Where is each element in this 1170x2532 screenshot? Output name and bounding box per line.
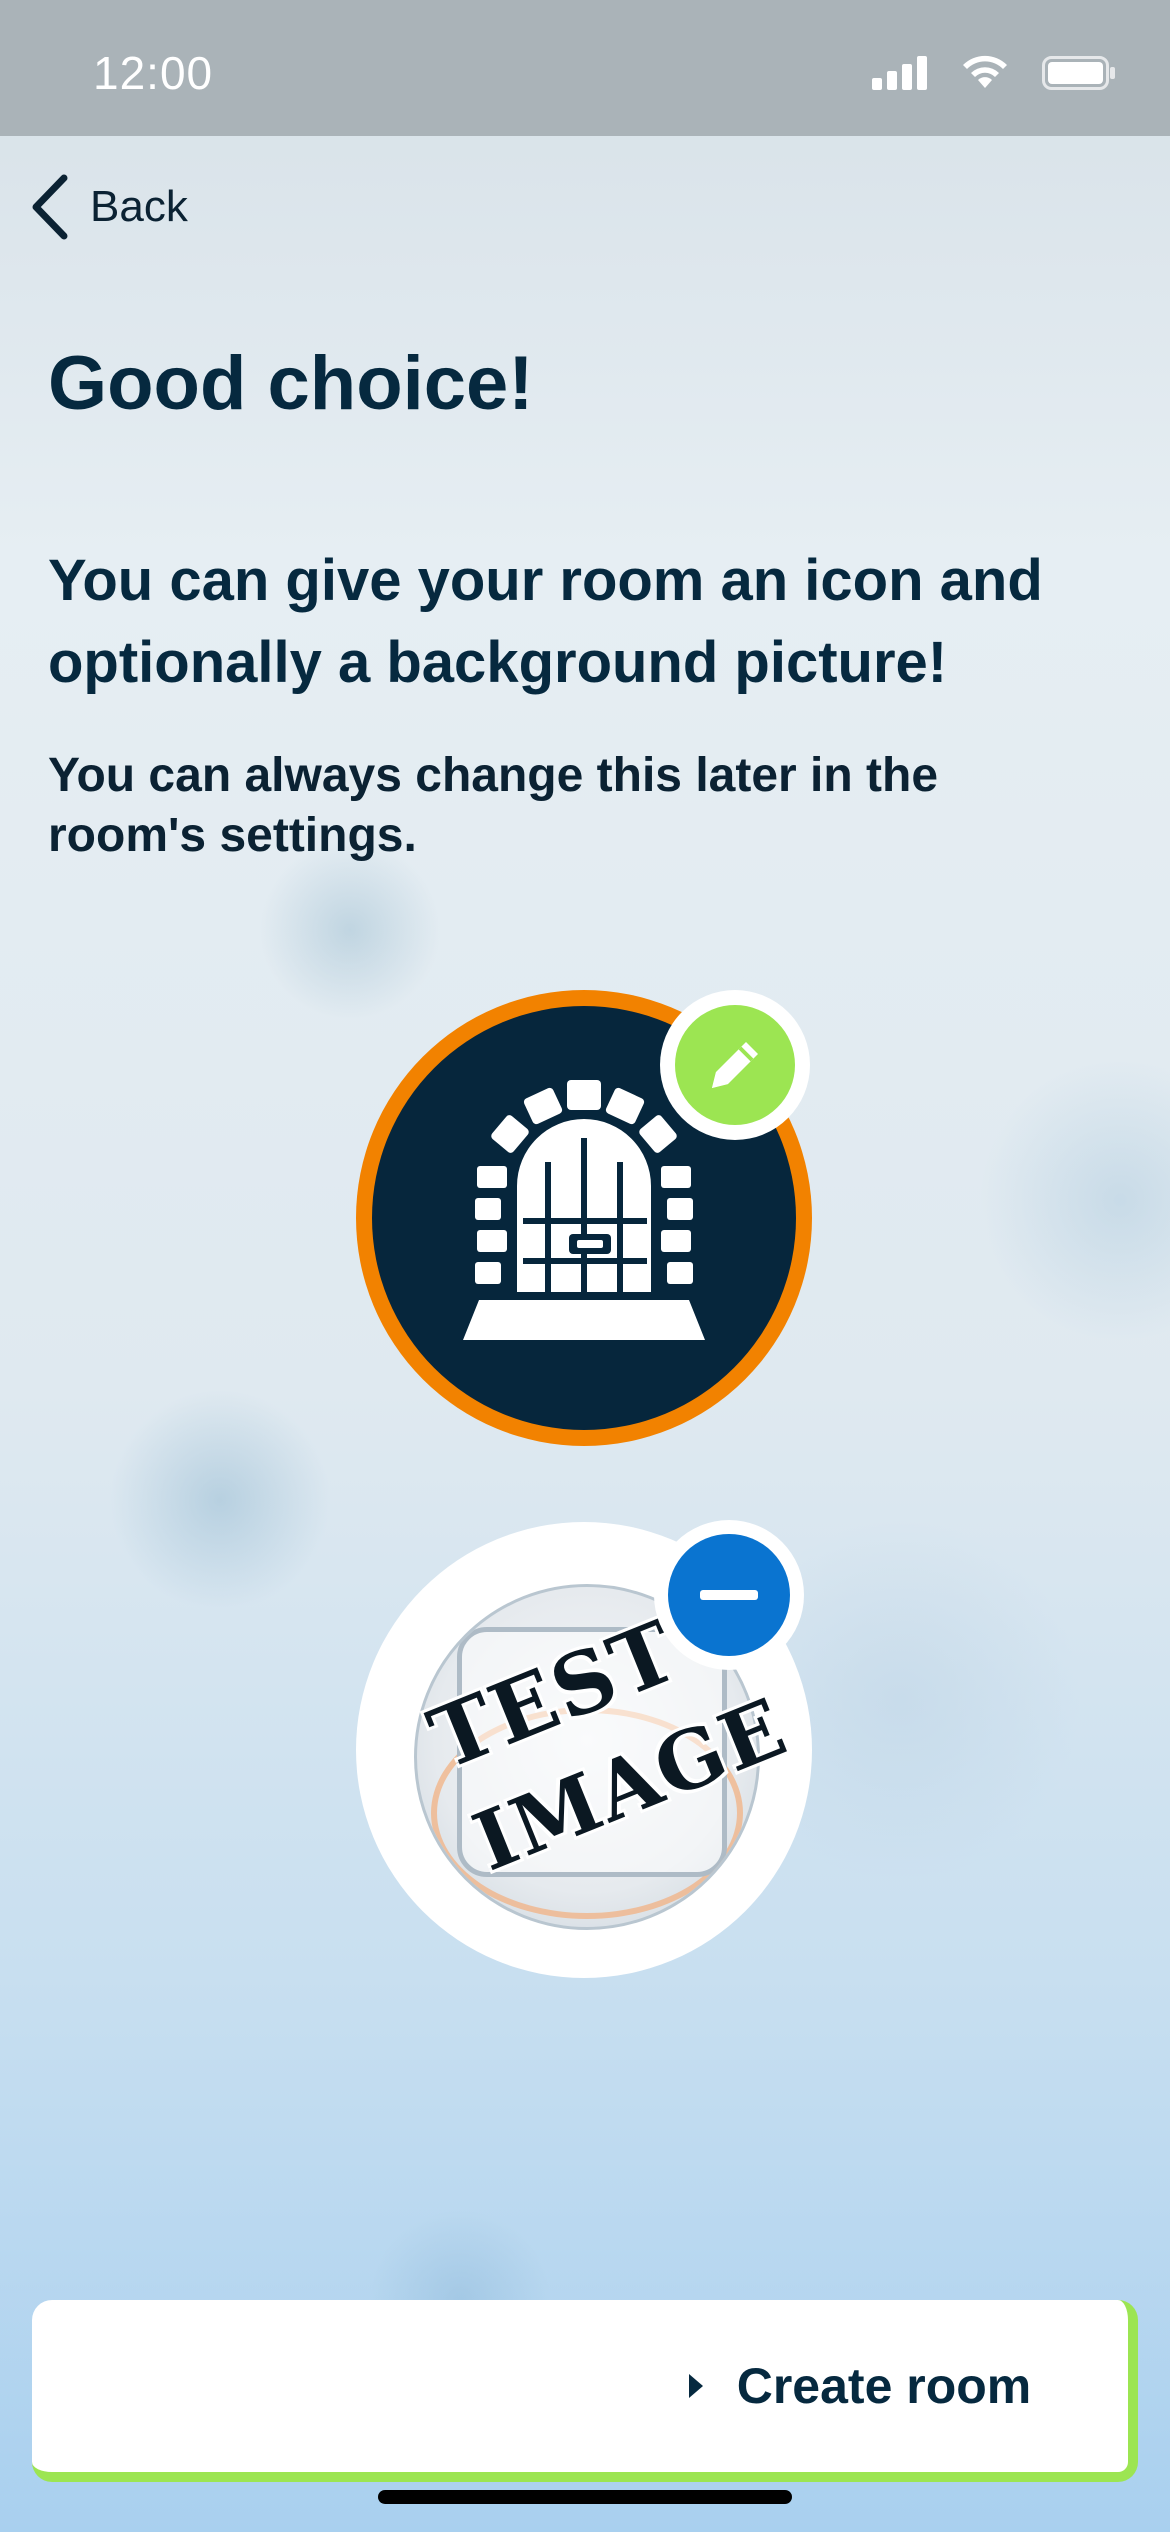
home-indicator [378,2490,792,2504]
create-room-content: Create room [688,2357,1032,2415]
page-title: Good choice! [48,341,534,426]
edit-icon-button[interactable] [660,990,810,1140]
minus-icon [700,1590,758,1600]
remove-picture-button[interactable] [654,1520,804,1670]
settings-hint: You can always change this later in the … [48,749,939,862]
edit-badge [675,1005,795,1125]
pencil-icon [712,1042,758,1088]
remove-badge [668,1534,790,1656]
status-icons [856,52,1116,92]
create-room-label: Create room [736,2358,1032,2414]
battery-icon [1042,56,1115,90]
wifi-icon [963,55,1007,88]
back-button[interactable]: Back [28,172,188,242]
status-bar: 12:00 [0,0,1170,136]
chevron-left-icon [32,174,68,240]
play-icon [688,2374,703,2398]
signal-icon [872,56,927,90]
create-room-button[interactable]: Create room [32,2300,1138,2482]
back-label: Back [90,182,188,231]
door-icon [463,1080,705,1340]
status-time: 12:00 [93,47,214,99]
page-subtitle: You can give your room an icon and optio… [48,548,1043,695]
